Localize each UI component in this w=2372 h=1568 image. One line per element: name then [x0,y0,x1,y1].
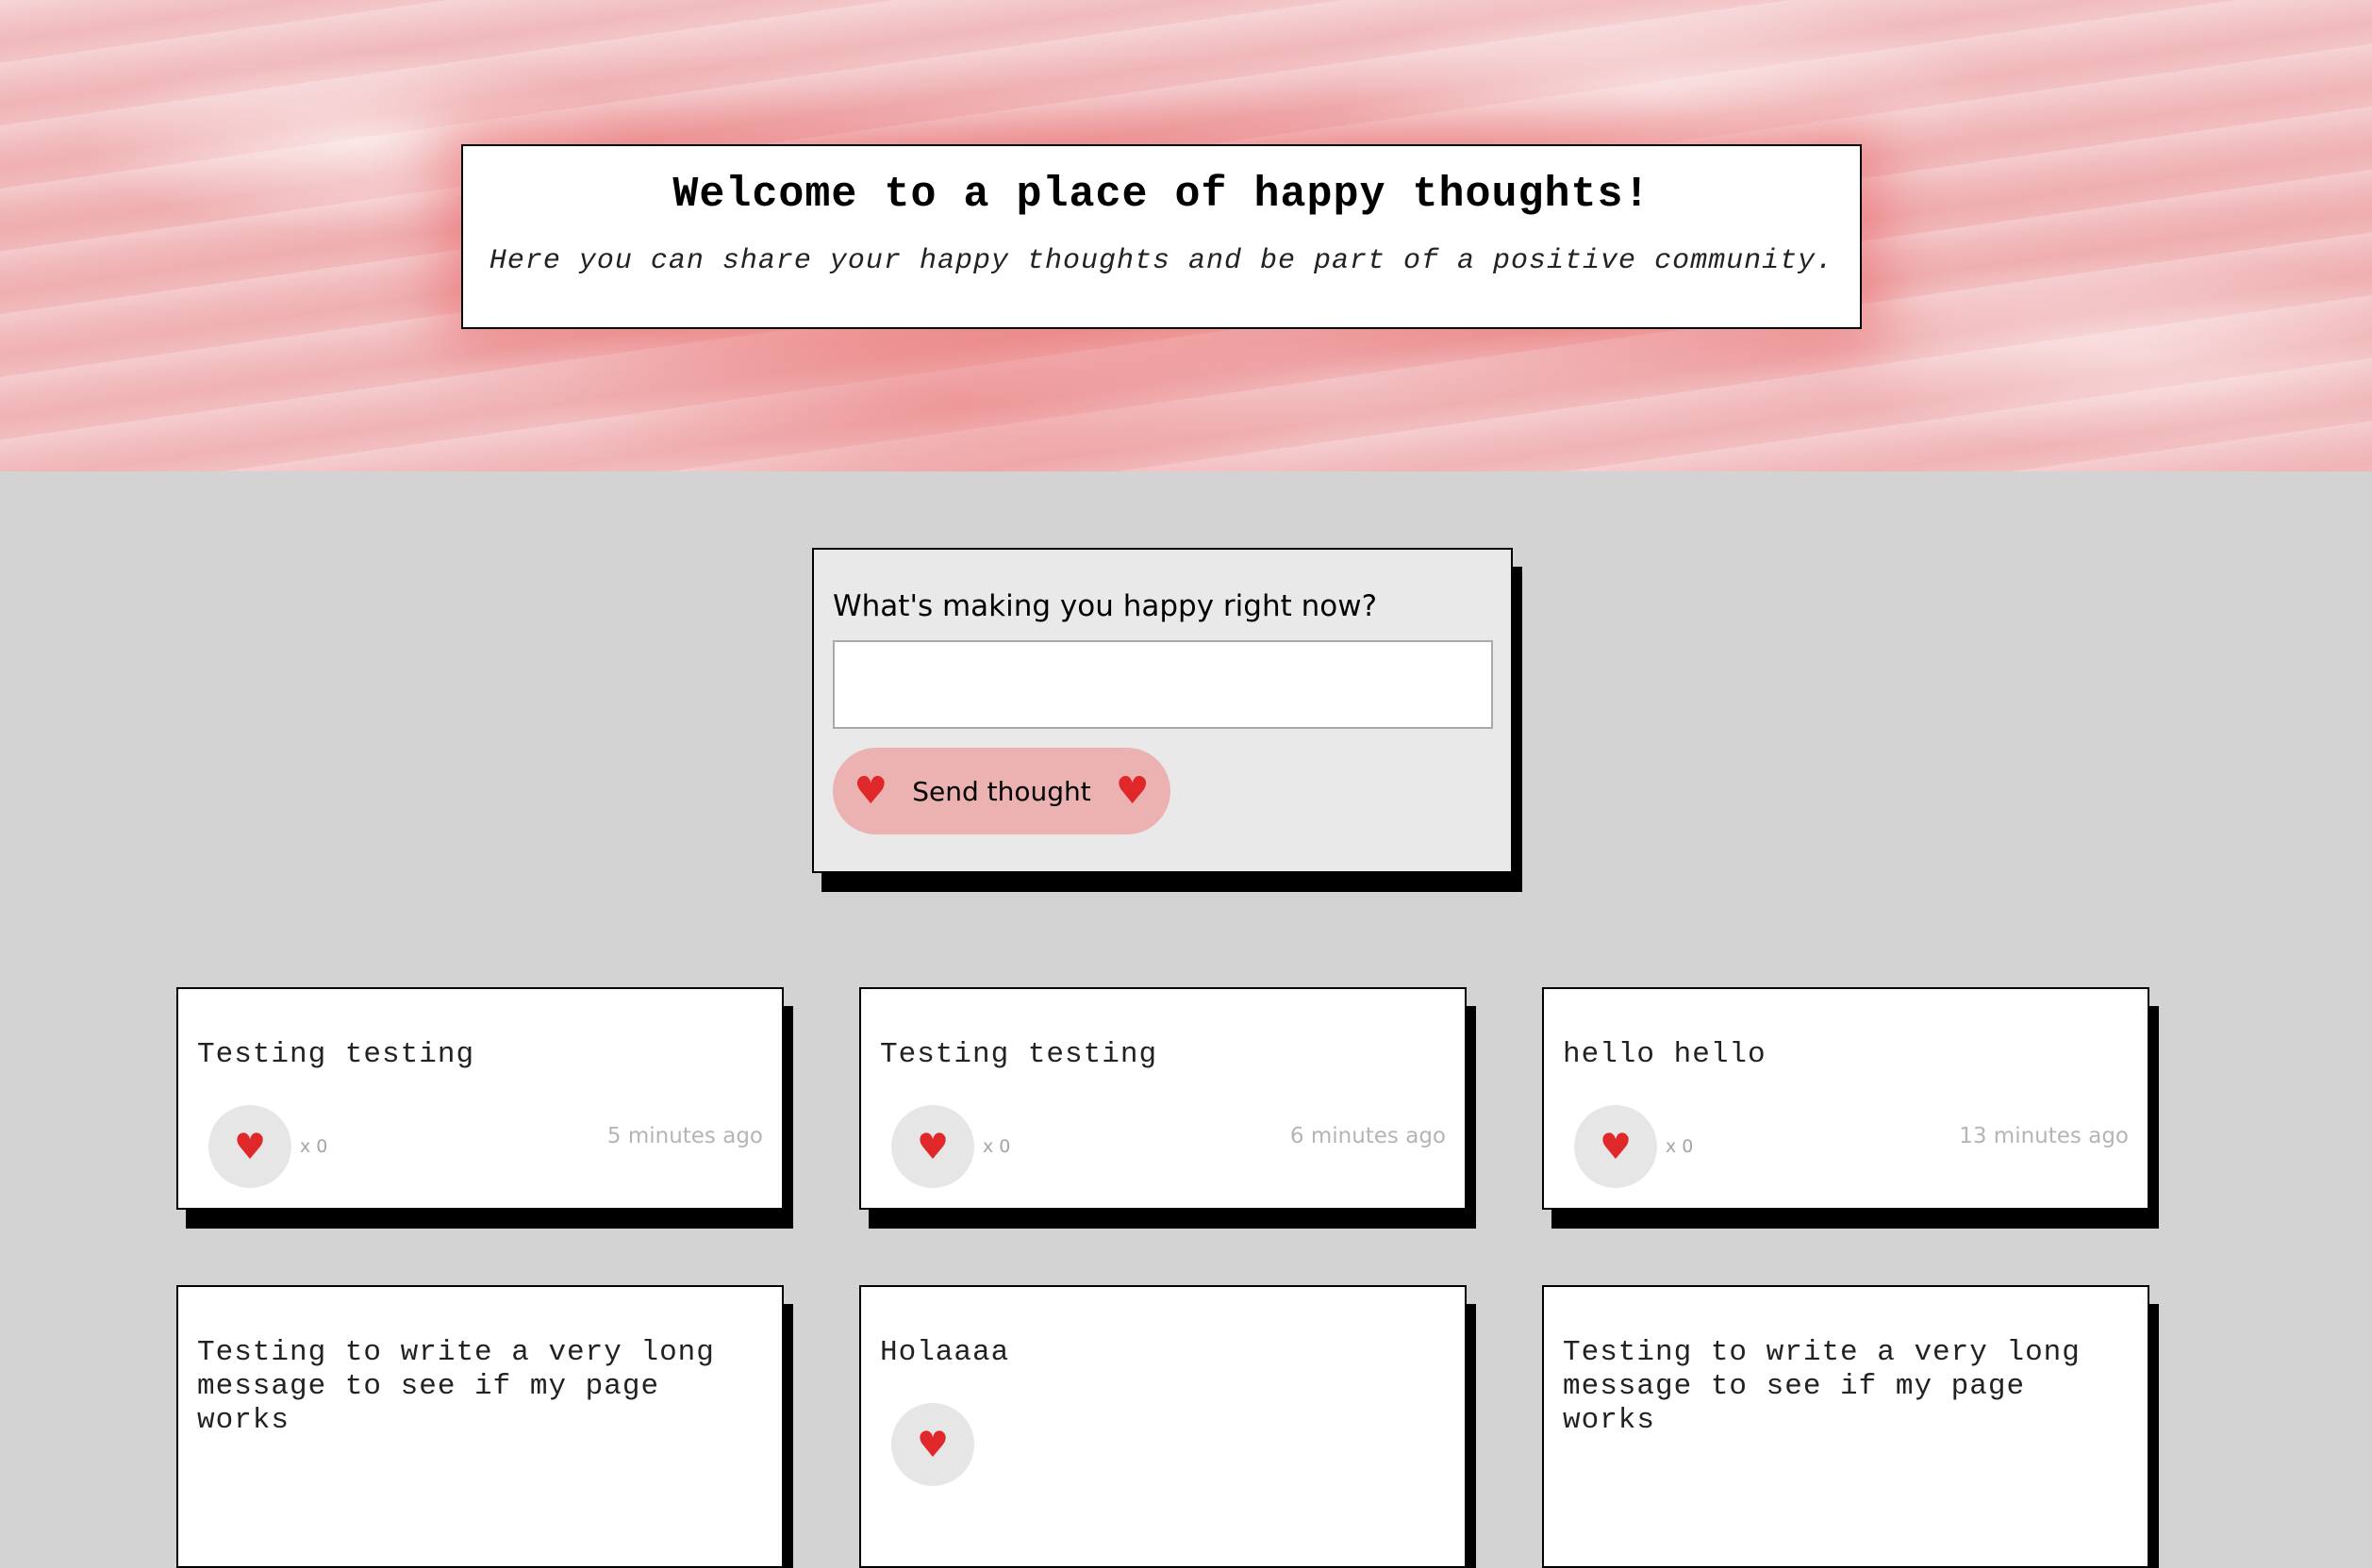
heart-icon: ♥ [233,1126,267,1167]
like-count: x 0 [1666,1136,1694,1157]
heart-icon: ♥ [854,769,888,813]
form-label: What's making you happy right now? [833,589,1378,623]
thought-card: Testing to write a very long message to … [176,1285,784,1568]
thought-card: Testing to write a very long message to … [1542,1285,2149,1568]
thought-card: Testing testing ♥ x 0 6 minutes ago [859,987,1467,1210]
send-thought-button[interactable]: ♥ Send thought ♥ [833,748,1170,834]
thought-timestamp: 5 minutes ago [606,1124,763,1148]
thought-timestamp: 6 minutes ago [1289,1124,1446,1148]
thought-message: Testing to write a very long message to … [197,1336,715,1437]
like-button[interactable]: ♥ [1574,1105,1657,1188]
heart-icon: ♥ [916,1126,950,1167]
heart-icon: ♥ [916,1424,950,1465]
thought-message: Testing to write a very long message to … [1563,1336,2081,1437]
page-title: Welcome to a place of happy thoughts! [672,171,1650,219]
heart-icon: ♥ [1599,1126,1633,1167]
thought-card: Testing testing ♥ x 0 5 minutes ago [176,987,784,1210]
like-button[interactable]: ♥ [208,1105,291,1188]
thought-message: Testing testing [880,1038,1158,1071]
thought-message: Testing testing [197,1038,475,1071]
thought-card: hello hello ♥ x 0 13 minutes ago [1542,987,2149,1210]
like-button[interactable]: ♥ [891,1403,974,1486]
thought-message: Holaaaa [880,1336,1010,1369]
header-card: Welcome to a place of happy thoughts! He… [461,144,1862,329]
thought-form: What's making you happy right now? ♥ Sen… [812,548,1513,873]
page-subtitle: Here you can share your happy thoughts a… [489,245,1834,277]
like-count: x 0 [983,1136,1011,1157]
thought-input[interactable] [833,640,1493,729]
thought-card: Holaaaa ♥ [859,1285,1467,1568]
send-thought-label: Send thought [912,775,1091,807]
heart-icon: ♥ [1115,769,1150,813]
hero-banner: Welcome to a place of happy thoughts! He… [0,0,2372,471]
thought-timestamp: 13 minutes ago [1959,1124,2129,1148]
like-count: x 0 [300,1136,328,1157]
thought-message: hello hello [1563,1038,1767,1071]
like-button[interactable]: ♥ [891,1105,974,1188]
